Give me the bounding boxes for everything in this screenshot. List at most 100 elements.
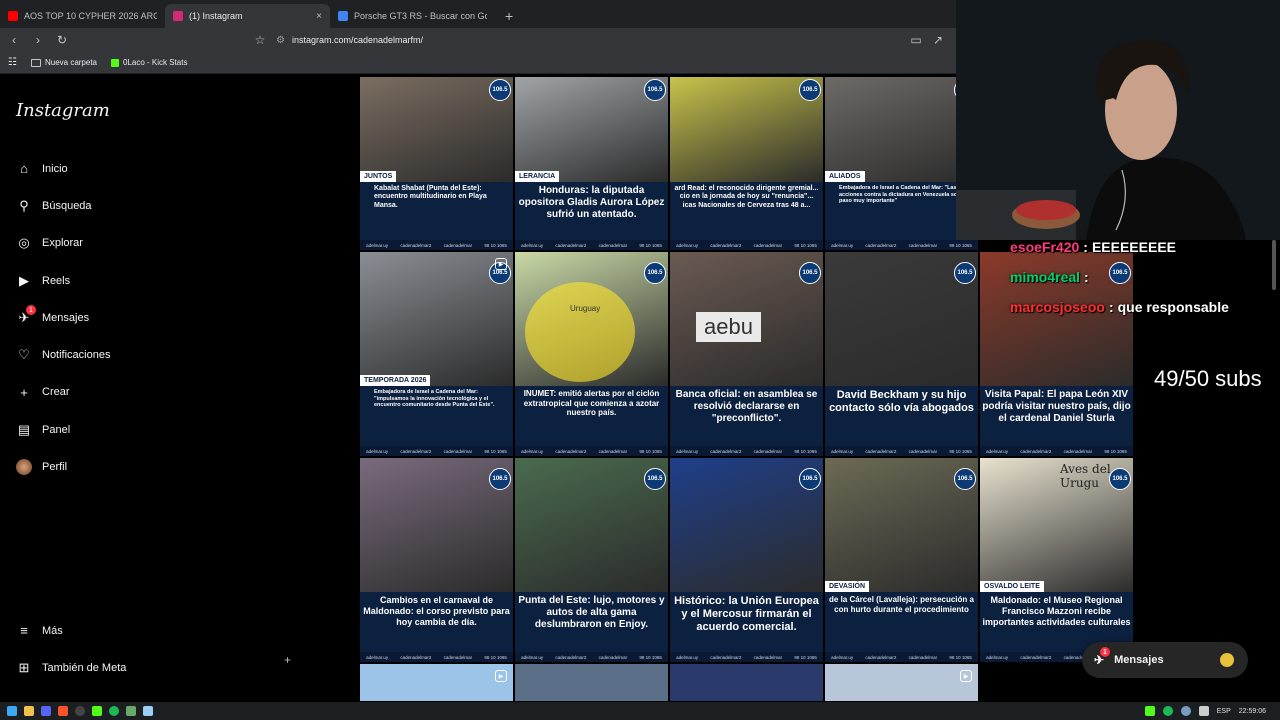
notepad-icon[interactable] xyxy=(143,706,153,716)
post-tile[interactable]: 106.5 Punta del Este: lujo, motores y aut… xyxy=(514,457,669,663)
tab-favicon-icon xyxy=(8,11,18,21)
post-tile[interactable]: ▶ xyxy=(359,663,514,702)
post-tile[interactable] xyxy=(669,663,824,702)
post-tile[interactable]: Aves del Urugu OSVALDO LEITE 106.5 Maldonad… xyxy=(979,457,1134,663)
chat-username: mimo4real xyxy=(1010,269,1081,285)
footer-phone: 98 10 1065 xyxy=(1104,448,1127,454)
messages-floating-button[interactable]: ✈ 1 Mensajes xyxy=(1082,642,1248,678)
mouse-cursor: + xyxy=(284,653,292,667)
tray-app-icon[interactable] xyxy=(1144,706,1155,716)
station-logo-icon: 106.5 xyxy=(644,262,666,284)
share-icon[interactable]: ↗ xyxy=(928,33,948,47)
browser-tab[interactable]: Porsche GT3 RS - Buscar con Google xyxy=(330,4,495,28)
sidebar-item-panel[interactable]: ▤ Panel xyxy=(0,411,300,448)
bookmark-kick-stats[interactable]: 0Laco - Kick Stats xyxy=(111,58,187,67)
site-info-icon[interactable]: ⚙ xyxy=(276,35,292,46)
map-label: Uruguay xyxy=(570,304,601,313)
footer-handle_ig: cadenadelmar2 xyxy=(555,242,587,248)
footer-handle_fb: cadenadelmar xyxy=(443,448,473,454)
sidebar-item-label: Crear xyxy=(42,386,70,399)
windows-start-icon[interactable] xyxy=(7,706,17,716)
sidebar-item-ms[interactable]: ≡ Más xyxy=(0,612,300,649)
stream-chat-overlay: esoeFr420: EEEEEEEEE mimo4real: marcosjoseo… xyxy=(1010,232,1270,322)
avatar-icon xyxy=(16,459,32,476)
footer-handle_ig: cadenadelmar2 xyxy=(865,448,897,454)
apps-grid-icon[interactable]: ☷ xyxy=(8,57,17,68)
instagram-logo[interactable]: Instagram xyxy=(16,100,110,121)
footer-handle_fb: cadenadelmar xyxy=(753,448,783,454)
chat-separator: : xyxy=(1083,239,1088,255)
tray-steam-icon[interactable] xyxy=(1180,706,1191,716)
sidebar-item-explorar[interactable]: ◎ Explorar xyxy=(0,225,300,262)
sidebar-item-inicio[interactable]: ⌂ Inicio xyxy=(0,150,300,187)
post-tile[interactable]: JUNTOS 106.5 Kabalat Shabat (Punta del Est… xyxy=(359,76,514,251)
app-icon[interactable] xyxy=(126,706,136,716)
sidebar-item-reels[interactable]: ▶ Reels xyxy=(0,262,300,299)
footer-phone: 98 10 1065 xyxy=(794,654,817,660)
post-tile[interactable]: Uruguay 106.5 INUMET: emitió alertas por e… xyxy=(514,251,669,457)
keyboard-language[interactable]: ESP xyxy=(1217,708,1231,715)
obs-icon[interactable] xyxy=(75,706,85,716)
file-explorer-icon[interactable] xyxy=(24,706,34,716)
post-footer: adelmar.uy cadenadelmar2 cadenadelmar 98 10… xyxy=(515,652,668,662)
post-caption: Embajadora de Israel a Cadena del Mar: "… xyxy=(360,386,513,446)
post-tile[interactable]: 106.5 Histórico: la Unión Europea y el Me… xyxy=(669,457,824,663)
footer-handle_fb: cadenadelmar xyxy=(598,448,628,454)
footer-handle_ig: cadenadelmar2 xyxy=(400,448,432,454)
address-url[interactable]: instagram.com/cadenadelmarfm/ xyxy=(292,35,423,45)
post-tile[interactable]: TEMPORADA 2026 106.5 ▶ Embajadora de Israel… xyxy=(359,251,514,457)
post-tile[interactable]: 106.5 Cambios en el carnaval de Maldonado… xyxy=(359,457,514,663)
post-footer: adelmar.uy cadenadelmar2 cadenadelmar 98 10… xyxy=(670,446,823,456)
bookmark-star-icon[interactable]: ☆ xyxy=(250,33,270,47)
windows-taskbar: ESP 22:59:06 xyxy=(0,702,1280,720)
post-tag: TEMPORADA 2026 xyxy=(360,375,431,386)
reload-icon[interactable]: ↻ xyxy=(52,33,72,47)
address-bar[interactable]: ⚙ instagram.com/cadenadelmarfm/ xyxy=(276,30,991,50)
scrollbar[interactable] xyxy=(1272,240,1276,290)
sidebar-item-crear[interactable]: + Crear xyxy=(0,374,300,411)
tab-favicon-icon xyxy=(173,11,183,21)
post-tile[interactable]: 106.5 David Beckham y su hijo contacto só… xyxy=(824,251,979,457)
chat-separator: : xyxy=(1084,269,1089,285)
tab-close-icon[interactable]: × xyxy=(316,11,322,22)
post-caption: de la Cárcel (Lavalleja): persecución a … xyxy=(825,592,978,652)
post-tile[interactable]: aebu 106.5 Banca oficial: en asamblea se r… xyxy=(669,251,824,457)
post-footer: adelmar.uy cadenadelmar2 cadenadelmar 98 10… xyxy=(670,652,823,662)
reel-icon: ▶ xyxy=(960,670,972,682)
sub-goal-counter: 49/50 subs xyxy=(1154,366,1262,391)
footer-phone: 98 10 1065 xyxy=(639,448,662,454)
post-footer: adelmar.uy cadenadelmar2 cadenadelmar 98 10… xyxy=(515,240,668,250)
browser-tab[interactable]: (1) Instagram × xyxy=(165,4,330,28)
sidebar-item-tambindemeta[interactable]: ⊞ También de Meta xyxy=(0,649,300,686)
kick-icon[interactable] xyxy=(92,706,102,716)
sidebar-item-label: Reels xyxy=(42,274,71,287)
new-tab-button[interactable]: + xyxy=(495,8,523,28)
brave-icon[interactable] xyxy=(58,706,68,716)
post-tile[interactable]: 106.5 ard Read: el reconocido dirigente g… xyxy=(669,76,824,251)
spotify-icon[interactable] xyxy=(109,706,119,716)
back-icon[interactable]: ‹ xyxy=(4,33,24,47)
browser-tab[interactable]: AOS TOP 10 CYPHER 2026 ARG - You xyxy=(0,4,165,28)
post-tile[interactable]: ▶ xyxy=(824,663,979,702)
station-logo-icon: 106.5 xyxy=(799,262,821,284)
post-footer: adelmar.uy cadenadelmar2 cadenadelmar 98 10… xyxy=(825,240,978,250)
footer-phone: 98 10 1065 xyxy=(639,654,662,660)
footer-handle_fb: cadenadelmar xyxy=(598,242,628,248)
tray-spotify-icon[interactable] xyxy=(1162,706,1173,716)
cast-icon[interactable]: ▭ xyxy=(906,33,926,47)
system-tray: ESP 22:59:06 xyxy=(1144,706,1266,716)
discord-icon[interactable] xyxy=(41,706,51,716)
forward-icon[interactable]: › xyxy=(28,33,48,47)
sidebar-item-bsqueda[interactable]: ⚲ Búsqueda xyxy=(0,187,300,224)
post-tile[interactable] xyxy=(514,663,669,702)
clock[interactable]: 22:59:06 xyxy=(1239,708,1266,715)
bookmark-folder[interactable]: Nueva carpeta xyxy=(30,58,97,67)
sidebar-item-mensajes[interactable]: ✈ 1 Mensajes xyxy=(0,299,300,336)
wifi-icon[interactable] xyxy=(1198,706,1209,716)
post-tile[interactable]: DEVASIÓN 106.5 de la Cárcel (Lavalleja): p… xyxy=(824,457,979,663)
sidebar-item-perfil[interactable]: Perfil xyxy=(0,448,300,485)
footer-phone: 98 10 1065 xyxy=(484,654,507,660)
post-tag: OSVALDO LEITE xyxy=(980,581,1044,592)
post-tile[interactable]: LERANCIA 106.5 Honduras: la diputada oposi… xyxy=(514,76,669,251)
sidebar-item-notificaciones[interactable]: ♡ Notificaciones xyxy=(0,336,300,373)
